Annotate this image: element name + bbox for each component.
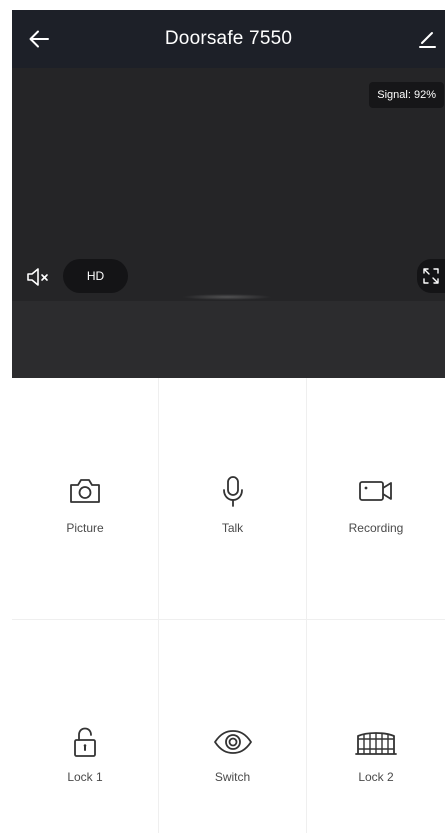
back-button[interactable]: [26, 26, 52, 52]
video-footer-area: [12, 301, 445, 378]
picture-label: Picture: [66, 521, 104, 535]
video-camera-icon: [356, 475, 396, 507]
talk-label: Talk: [221, 521, 244, 535]
camera-panel: Doorsafe 7550 Signal: 92% HD: [12, 10, 445, 378]
video-light-spot: [182, 294, 272, 300]
app-screen: Doorsafe 7550 Signal: 92% HD Picture Tal…: [0, 0, 445, 833]
picture-button[interactable]: Picture: [12, 378, 159, 620]
recording-label: Recording: [348, 521, 404, 535]
app-header: Doorsafe 7550: [12, 10, 445, 68]
signal-badge: Signal: 92%: [369, 82, 444, 108]
switch-label: Switch: [214, 770, 251, 784]
mute-button[interactable]: [24, 262, 54, 292]
microphone-icon: [213, 475, 253, 507]
camera-icon: [65, 475, 105, 507]
page-title: Doorsafe 7550: [164, 28, 293, 49]
lock-1-button[interactable]: Lock 1: [12, 620, 159, 833]
quality-button[interactable]: HD: [63, 259, 128, 293]
expand-icon: [423, 268, 439, 284]
eye-icon: [211, 726, 255, 758]
speaker-muted-icon: [27, 268, 48, 286]
padlock-icon: [63, 726, 107, 758]
gate-icon: [354, 726, 398, 758]
talk-button[interactable]: Talk: [159, 378, 307, 620]
live-video-view[interactable]: Signal: 92% HD: [12, 68, 445, 301]
pencil-icon: [419, 32, 436, 48]
lock-2-label: Lock 2: [358, 770, 394, 784]
recording-button[interactable]: Recording: [307, 378, 445, 620]
lock-1-label: Lock 1: [67, 770, 103, 784]
fullscreen-button[interactable]: [417, 259, 445, 293]
edit-button[interactable]: [415, 26, 439, 52]
switch-button[interactable]: Switch: [159, 620, 307, 833]
lock-2-button[interactable]: Lock 2: [307, 620, 445, 833]
arrow-left-icon: [29, 30, 49, 48]
controls-grid: Picture Talk Recording Lock 1 Switch Loc…: [12, 378, 445, 833]
